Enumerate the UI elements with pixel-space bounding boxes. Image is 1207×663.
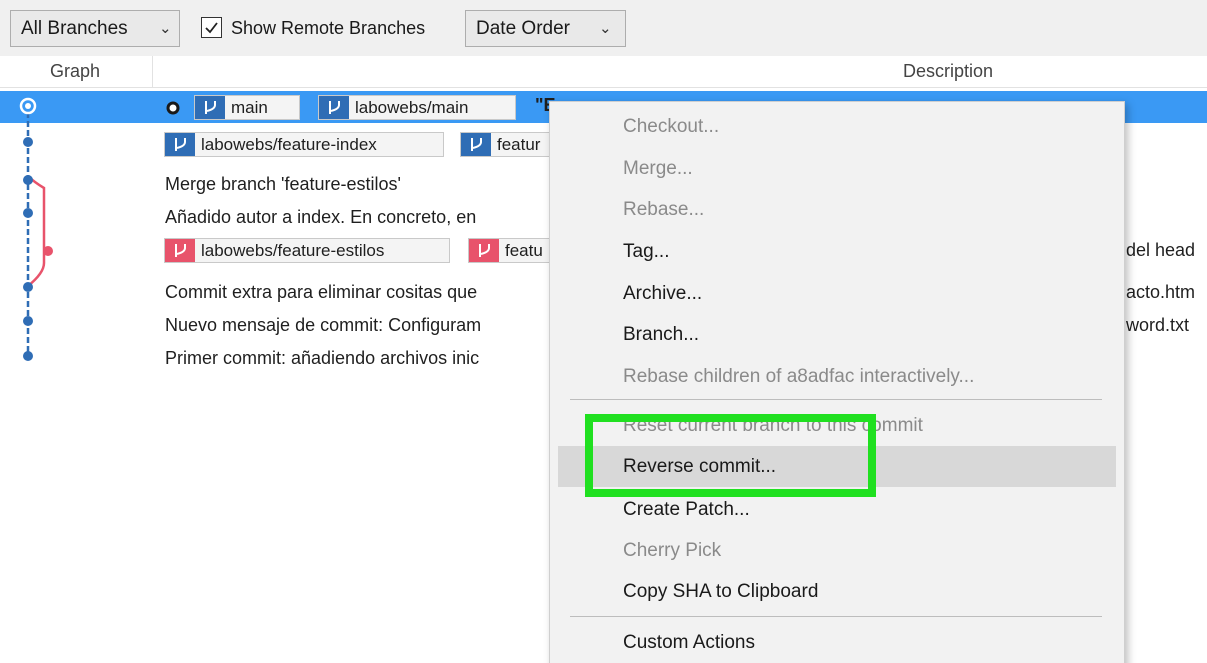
commit-message-tail: acto.htm [1126, 282, 1196, 302]
commit-message: Añadido autor a index. En concreto, en [165, 207, 477, 227]
menu-separator [570, 616, 1102, 617]
column-divider[interactable] [152, 56, 153, 88]
menu-item-custom-actions[interactable]: Custom Actions [558, 622, 1116, 663]
menu-item-merge[interactable]: Merge... [558, 148, 1116, 189]
commit-message: Merge branch 'feature-estilos' [165, 174, 401, 194]
git-branch-icon [165, 239, 195, 262]
menu-item-checkout[interactable]: Checkout... [558, 106, 1116, 147]
chevron-down-icon: ⌄ [599, 20, 612, 37]
branch-tag-feature-estilos[interactable]: featu [468, 238, 560, 263]
git-branch-icon [165, 133, 195, 156]
commit-node[interactable] [43, 246, 53, 256]
menu-item-rebase[interactable]: Rebase... [558, 189, 1116, 230]
git-branch-icon [195, 96, 225, 119]
branch-tag-label: featur [497, 135, 541, 154]
commit-message-tail: del head [1126, 240, 1196, 260]
commit-node[interactable] [23, 137, 33, 147]
git-branch-icon [469, 239, 499, 262]
chevron-down-icon: ⌄ [159, 20, 172, 37]
commit-node[interactable] [23, 351, 33, 361]
commit-node[interactable] [23, 208, 33, 218]
commit-node[interactable] [23, 175, 33, 185]
commit-node[interactable] [23, 282, 33, 292]
commit-message: Commit extra para eliminar cositas que [165, 282, 478, 302]
order-dropdown-label: Date Order [476, 18, 570, 39]
column-header: Graph Description [0, 56, 1207, 88]
commit-message: Primer commit: añadiendo archivos inic [165, 348, 480, 368]
show-remote-label[interactable]: Show Remote Branches [231, 17, 425, 39]
branch-tag-label: featu [505, 241, 543, 260]
git-branch-icon [319, 96, 349, 119]
git-branch-icon [461, 133, 491, 156]
branch-tag-label: main [231, 98, 268, 117]
graph-column-header[interactable]: Graph [50, 56, 100, 86]
branch-tag-label: labowebs/feature-index [201, 135, 377, 154]
head-ring-icon [166, 101, 180, 115]
commit-message: Nuevo mensaje de commit: Configuram [165, 315, 482, 335]
menu-item-branch[interactable]: Branch... [558, 314, 1116, 355]
menu-item-archive[interactable]: Archive... [558, 273, 1116, 314]
highlight-annotation-box [585, 414, 876, 497]
show-remote-checkbox[interactable] [201, 17, 222, 38]
checkmark-icon [205, 22, 218, 34]
branch-tag-main[interactable]: main [194, 95, 300, 120]
menu-item-rebase-children[interactable]: Rebase children of a8adfac interactively… [558, 356, 1116, 397]
description-column-header[interactable]: Description [903, 56, 993, 86]
branch-tag-remote-main[interactable]: labowebs/main [318, 95, 516, 120]
branch-tag-label: labowebs/main [355, 98, 469, 117]
branch-tag-remote-feature-estilos[interactable]: labowebs/feature-estilos [164, 238, 450, 263]
toolbar: All Branches ⌄ Show Remote Branches Date… [0, 0, 1207, 56]
menu-item-copy-sha[interactable]: Copy SHA to Clipboard [558, 571, 1116, 612]
commit-message-tail: word.txt [1126, 315, 1190, 335]
commit-node[interactable] [23, 316, 33, 326]
branch-tag-remote-feature-index[interactable]: labowebs/feature-index [164, 132, 444, 157]
branches-dropdown-label: All Branches [21, 18, 128, 39]
branch-tag-feature-index[interactable]: featur [460, 132, 560, 157]
context-menu: Checkout... Merge... Rebase... Tag... Ar… [549, 101, 1125, 663]
branch-tag-label: labowebs/feature-estilos [201, 241, 385, 260]
menu-item-cherry-pick[interactable]: Cherry Pick [558, 530, 1116, 571]
commit-graph [19, 97, 53, 361]
branches-dropdown[interactable]: All Branches ⌄ [10, 10, 180, 47]
menu-separator [570, 399, 1102, 400]
order-dropdown[interactable]: Date Order ⌄ [465, 10, 626, 47]
menu-item-tag[interactable]: Tag... [558, 231, 1116, 272]
